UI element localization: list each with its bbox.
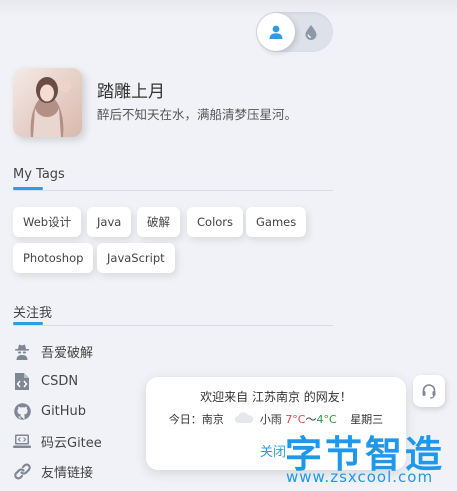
weather-condition: 小雨 bbox=[259, 413, 282, 426]
tags-divider bbox=[13, 190, 333, 191]
drop-icon[interactable] bbox=[301, 22, 321, 42]
close-popup-button[interactable]: 关闭 bbox=[260, 441, 286, 460]
tags-title-text: My Tags bbox=[13, 167, 65, 182]
tag-games[interactable]: Games bbox=[246, 207, 307, 237]
cloud-icon bbox=[235, 412, 254, 423]
top-shadow bbox=[0, 0, 457, 16]
tag-java[interactable]: Java bbox=[87, 207, 132, 237]
code-file-icon bbox=[13, 372, 31, 390]
toggle-knob[interactable] bbox=[257, 13, 295, 51]
profile-bio: 醉后不知天在水，满船清梦压星河。 bbox=[97, 107, 298, 122]
theme-toggle[interactable] bbox=[256, 12, 333, 52]
avatar[interactable] bbox=[13, 68, 82, 137]
link-label: 吾爱破解 bbox=[41, 345, 94, 361]
watermark-url: www.zsxcool.com bbox=[286, 468, 434, 486]
link-csdn[interactable]: CSDN bbox=[13, 370, 78, 392]
follow-title-text: 关注我 bbox=[13, 306, 53, 321]
link-label: CSDN bbox=[41, 373, 79, 389]
github-icon bbox=[13, 402, 31, 420]
tag-photoshop[interactable]: Photoshop bbox=[13, 243, 94, 273]
link-github[interactable]: GitHub bbox=[13, 400, 86, 422]
link-52pojie[interactable]: 吾爱破解 bbox=[13, 340, 93, 362]
follow-divider bbox=[13, 325, 333, 326]
link-friends[interactable]: 友情链接 bbox=[13, 460, 93, 482]
tag-colors[interactable]: Colors bbox=[187, 207, 244, 237]
tag-web-design[interactable]: Web设计 bbox=[13, 207, 82, 237]
tag-javascript[interactable]: JavaScript bbox=[97, 243, 175, 273]
laptop-code-icon bbox=[13, 432, 31, 450]
link-icon bbox=[13, 462, 31, 480]
tags-section-title: My Tags bbox=[13, 167, 65, 190]
link-label: GitHub bbox=[41, 403, 87, 419]
link-gitee[interactable]: 码云Gitee bbox=[13, 430, 102, 452]
headset-icon bbox=[422, 384, 436, 399]
weather-today: 今日：南京 bbox=[168, 413, 224, 426]
support-button[interactable] bbox=[413, 375, 445, 407]
tag-crack[interactable]: 破解 bbox=[137, 207, 180, 237]
spy-icon bbox=[13, 342, 31, 360]
link-label: 码云Gitee bbox=[41, 435, 102, 451]
user-icon bbox=[269, 25, 283, 39]
link-label: 友情链接 bbox=[41, 465, 94, 481]
welcome-message: 欢迎来自 江苏南京 的网友！ bbox=[200, 390, 352, 404]
follow-section-title: 关注我 bbox=[13, 302, 53, 325]
profile-name: 踏雕上月 bbox=[97, 82, 165, 102]
